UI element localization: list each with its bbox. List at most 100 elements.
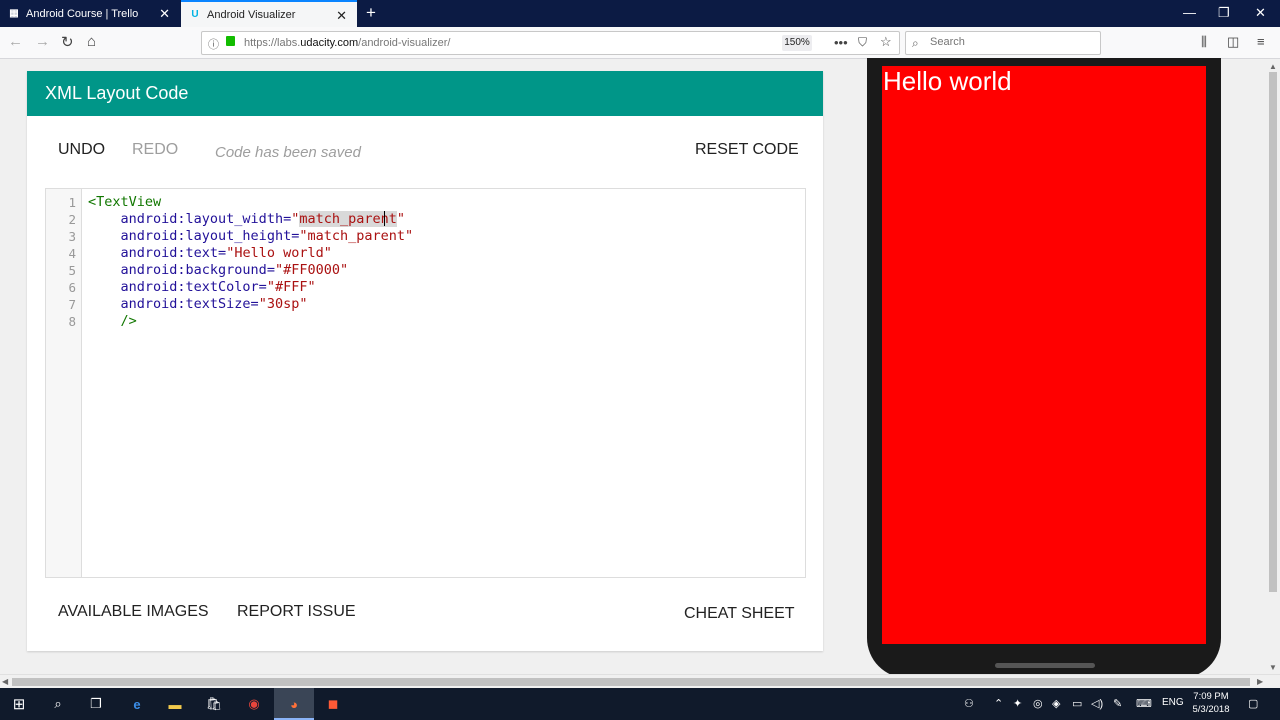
horizontal-scrollbar[interactable]: ◀ ▶ [0, 674, 1280, 688]
scroll-up-icon[interactable]: ▲ [1269, 62, 1277, 71]
windows-taskbar: ⊞ ⌕ ❐ e ▬ 🛍 ◉ ◕ ◼ ⚇ ⌃ ✦ ◎ ◈ ▭ ◁) ✎ ⌨ ENG… [0, 688, 1280, 720]
code-tag: <TextView [88, 194, 162, 210]
close-window-icon[interactable]: ✕ [1255, 5, 1266, 21]
lock-icon[interactable] [226, 36, 235, 46]
tab-label: Android Visualizer [207, 8, 296, 21]
tab-trello[interactable]: ▦ Android Course | Trello ✕ [0, 0, 180, 27]
cheat-sheet-button[interactable]: CHEAT SHEET [684, 605, 795, 623]
language-indicator[interactable]: ENG [1162, 697, 1184, 708]
code-attr: android:layout_width= [120, 211, 292, 227]
code-editor[interactable]: 1 2 3 4 5 6 7 8 <TextView android:layout_width=… [45, 188, 806, 578]
new-tab-icon[interactable]: + [366, 3, 376, 23]
preview-screen: Hello world [882, 66, 1206, 644]
code-value: "#FFF" [266, 279, 316, 295]
zoom-indicator[interactable]: 150% [782, 35, 812, 51]
app-icon[interactable]: ◼ [324, 696, 342, 712]
search-bar[interactable]: ⌕ [905, 31, 1101, 55]
available-images-button[interactable]: AVAILABLE IMAGES [58, 603, 209, 621]
reload-icon[interactable]: ↻ [61, 33, 74, 51]
udacity-icon: U [191, 9, 199, 20]
search-input[interactable] [930, 36, 1090, 48]
code-line[interactable]: android:background="#FF0000" [88, 262, 349, 278]
card-title: XML Layout Code [27, 71, 823, 116]
edge-icon[interactable]: e [128, 696, 146, 712]
scroll-down-icon[interactable]: ▼ [1269, 663, 1277, 672]
line-number: 1 [68, 195, 76, 210]
page-content: XML Layout Code UNDO REDO Code has been … [0, 58, 1266, 678]
code-line[interactable]: android:textColor="#FFF" [88, 279, 316, 295]
page-actions-icon[interactable]: ••• [834, 35, 848, 50]
code-value: "match_parent" [291, 211, 406, 227]
file-explorer-icon[interactable]: ▬ [166, 696, 184, 712]
back-icon[interactable]: ← [8, 33, 23, 50]
pocket-icon[interactable]: ⛉ [858, 35, 867, 50]
firefox-icon[interactable]: ◕ [285, 696, 303, 712]
menu-icon[interactable]: ≡ [1257, 34, 1265, 49]
minimize-icon[interactable]: — [1183, 5, 1196, 20]
redo-button[interactable]: REDO [132, 141, 178, 159]
notifications-icon[interactable]: ▢ [1248, 697, 1258, 710]
line-number-gutter: 1 2 3 4 5 6 7 8 [46, 189, 82, 577]
code-line[interactable]: <TextView [88, 194, 161, 210]
vertical-scrollbar[interactable]: ▲ ▼ [1266, 60, 1280, 674]
line-number: 6 [68, 280, 76, 295]
tray-app-icon[interactable]: ◈ [1052, 697, 1060, 710]
tray-app-icon[interactable]: ✦ [1013, 697, 1022, 710]
code-line[interactable]: /> [88, 313, 137, 329]
bookmark-star-icon[interactable]: ☆ [880, 34, 892, 50]
url-bar[interactable]: ⓘ https://labs.udacity.com/android-visua… [201, 31, 900, 55]
store-icon[interactable]: 🛍 [205, 696, 223, 712]
tray-app-icon[interactable]: ◎ [1033, 697, 1043, 710]
reset-code-button[interactable]: RESET CODE [695, 141, 799, 159]
xml-editor-card: XML Layout Code UNDO REDO Code has been … [27, 71, 823, 651]
url-text[interactable]: https://labs.udacity.com/android-visuali… [244, 37, 450, 49]
line-number: 7 [68, 297, 76, 312]
windows-start-icon[interactable]: ⊞ [10, 696, 28, 713]
tray-expand-icon[interactable]: ⌃ [994, 697, 1003, 710]
tab-android-visualizer[interactable]: U Android Visualizer ✕ [181, 0, 357, 27]
keyboard-icon[interactable]: ⌨ [1136, 697, 1152, 710]
vertical-scroll-thumb[interactable] [1269, 72, 1277, 592]
volume-icon[interactable]: ◁) [1091, 697, 1103, 710]
code-line[interactable]: android:textSize="30sp" [88, 296, 308, 312]
library-icon[interactable]: ⫼ [1201, 34, 1207, 50]
scroll-right-icon[interactable]: ▶ [1257, 677, 1263, 686]
close-tab-icon[interactable]: ✕ [336, 8, 347, 24]
code-attr: android:background= [120, 262, 275, 278]
code-line[interactable]: android:text="Hello world" [88, 245, 332, 261]
task-view-icon[interactable]: ❐ [87, 696, 105, 712]
preview-text: Hello world [883, 66, 1012, 96]
clock-time: 7:09 PM [1193, 691, 1229, 702]
pen-icon[interactable]: ✎ [1113, 697, 1122, 710]
chrome-icon[interactable]: ◉ [245, 696, 263, 712]
code-value: "Hello world" [226, 245, 332, 261]
clock-date: 5/3/2018 [1192, 704, 1230, 715]
home-icon[interactable]: ⌂ [87, 33, 96, 50]
browser-tab-bar: ▦ Android Course | Trello ✕ U Android Vi… [0, 0, 1280, 27]
battery-icon[interactable]: ▭ [1072, 697, 1082, 710]
code-attr: android:layout_height= [120, 228, 300, 244]
report-issue-button[interactable]: REPORT ISSUE [237, 603, 356, 621]
clock[interactable]: 7:09 PM 5/3/2018 [1186, 690, 1236, 716]
sidebar-icon[interactable]: ◫ [1227, 34, 1239, 50]
people-icon[interactable]: ⚇ [964, 697, 974, 710]
code-attr: android:textSize= [120, 296, 259, 312]
line-number: 3 [68, 229, 76, 244]
forward-icon[interactable]: → [35, 33, 50, 50]
code-line[interactable]: android:layout_width="match_parent" [88, 211, 405, 227]
navigation-bar: ← → ↻ ⌂ ⓘ https://labs.udacity.com/andro… [0, 27, 1280, 59]
info-icon[interactable]: ⓘ [208, 36, 219, 52]
undo-button[interactable]: UNDO [58, 141, 105, 159]
horizontal-scroll-thumb[interactable] [12, 678, 1250, 686]
close-tab-icon[interactable]: ✕ [159, 6, 170, 22]
search-icon[interactable]: ⌕ [49, 696, 67, 712]
scroll-left-icon[interactable]: ◀ [2, 677, 8, 686]
code-line[interactable]: android:layout_height="match_parent" [88, 228, 414, 244]
restore-icon[interactable]: ❐ [1218, 5, 1230, 21]
code-tag: /> [120, 313, 137, 329]
line-number: 2 [68, 212, 76, 227]
